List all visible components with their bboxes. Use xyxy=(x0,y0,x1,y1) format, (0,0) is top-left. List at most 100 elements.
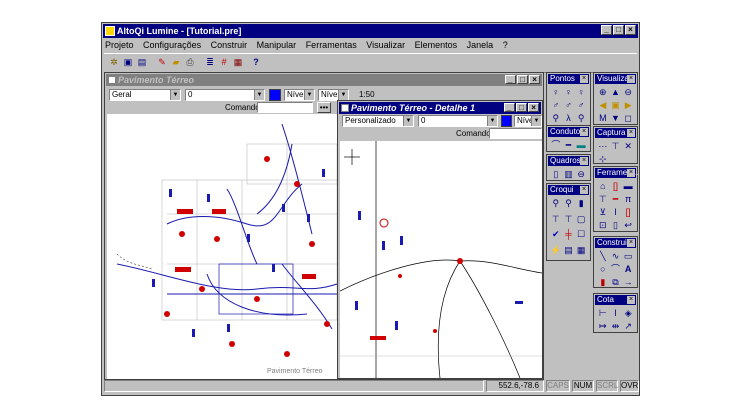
tool-icon[interactable]: ↩ xyxy=(622,219,634,231)
app-titlebar[interactable]: AltoQi Lumine - [Tutorial.pre] _ □ × xyxy=(103,24,638,38)
menu-visualizar[interactable]: Visualizar xyxy=(365,40,406,50)
dimension-icon[interactable]: ⇹ xyxy=(610,320,622,332)
point-icon[interactable]: ♂ xyxy=(563,99,575,111)
sketch-icon[interactable]: ⊤ xyxy=(550,213,562,228)
zoom-in-icon[interactable]: ⊕ xyxy=(597,86,609,98)
point-icon[interactable]: λ xyxy=(563,112,575,124)
point-icon[interactable]: ⚲ xyxy=(575,112,587,124)
layer-select[interactable]: Geral ▼ xyxy=(109,89,181,101)
command-input-2[interactable] xyxy=(489,128,542,139)
help-icon[interactable]: ? xyxy=(250,56,262,68)
tool-icon[interactable]: ⌂ xyxy=(597,180,609,192)
circle-icon[interactable]: ○ xyxy=(597,263,609,275)
command-input[interactable] xyxy=(257,102,313,113)
arc-icon[interactable]: ⌒ xyxy=(610,263,622,275)
menu-configuracoes[interactable]: Configurações xyxy=(142,40,202,50)
dimension-icon[interactable]: I xyxy=(610,307,622,319)
grid-icon[interactable]: # xyxy=(218,56,230,68)
close-icon[interactable]: × xyxy=(580,128,588,136)
dimension-icon[interactable]: ↦ xyxy=(597,320,609,332)
conduit-icon[interactable]: ━ xyxy=(563,139,575,151)
close-icon[interactable]: × xyxy=(580,186,588,194)
dimension-icon[interactable]: ⊢ xyxy=(597,307,609,319)
window1-close-button[interactable]: × xyxy=(529,75,540,84)
close-button[interactable]: × xyxy=(625,25,636,35)
point-icon[interactable]: ♂ xyxy=(550,99,562,111)
tool-icon[interactable]: ⊡ xyxy=(597,219,609,231)
menu-construir[interactable]: Construir xyxy=(210,40,249,50)
window2-maximize-button[interactable]: □ xyxy=(516,103,527,112)
tool-icon[interactable]: ▯ xyxy=(610,219,622,231)
value-select[interactable]: 0 ▼ xyxy=(185,89,265,101)
sketch-icon[interactable]: ▦ xyxy=(575,244,587,259)
tool-icon[interactable]: ⊤ xyxy=(597,193,609,205)
palette-pontos-title[interactable]: Pontos × xyxy=(548,74,589,84)
zoom-out-icon[interactable]: ⊖ xyxy=(622,86,634,98)
palette-captura-title[interactable]: Captura × xyxy=(595,128,636,138)
close-icon[interactable]: × xyxy=(627,239,635,247)
zoom-fit-icon[interactable]: ◻ xyxy=(622,112,634,124)
tool-icon[interactable]: π xyxy=(622,193,634,205)
palette-construir-title[interactable]: Construir × xyxy=(595,238,636,248)
pan-icon[interactable]: M xyxy=(597,112,609,124)
value-select-2[interactable]: 0 ▼ xyxy=(418,115,498,127)
maximize-button[interactable]: □ xyxy=(613,25,624,35)
snap-icon[interactable]: ⋯ xyxy=(597,140,609,152)
menu-projeto[interactable]: Projeto xyxy=(104,40,135,50)
menu-elementos[interactable]: Elementos xyxy=(414,40,459,50)
open-icon[interactable]: ▣ xyxy=(122,56,134,68)
panel-icon[interactable]: ▯ xyxy=(550,168,562,180)
snap-icon[interactable]: ✕ xyxy=(622,140,634,152)
sketch-icon[interactable]: ⊤ xyxy=(563,213,575,228)
point-icon[interactable]: ♂ xyxy=(575,99,587,111)
window1-maximize-button[interactable]: □ xyxy=(517,75,528,84)
palette-quadros-title[interactable]: Quadros × xyxy=(548,156,589,166)
arrow-icon[interactable]: → xyxy=(622,276,634,288)
palette-croqui-title[interactable]: Croqui × xyxy=(548,185,589,195)
tool-icon[interactable]: [] xyxy=(610,180,622,192)
level-select-3[interactable]: Nível ▼ xyxy=(514,115,542,127)
close-icon[interactable]: × xyxy=(627,75,635,83)
window1-minimize-button[interactable]: _ xyxy=(505,75,516,84)
tool-icon[interactable]: I xyxy=(610,206,622,218)
drawing-canvas-1[interactable]: Pavimento Térreo xyxy=(107,114,341,379)
close-icon[interactable]: × xyxy=(627,169,635,177)
copy-icon[interactable]: ⧉ xyxy=(610,276,622,288)
palette-condutos-title[interactable]: Condutos × xyxy=(548,127,589,137)
sketch-icon[interactable]: ▢ xyxy=(575,213,587,228)
point-icon[interactable]: ♀ xyxy=(575,86,587,98)
panel-icon[interactable]: ⊖ xyxy=(575,168,587,180)
menu-help[interactable]: ? xyxy=(502,40,509,50)
minimize-button[interactable]: _ xyxy=(601,25,612,35)
new-icon[interactable]: ✲ xyxy=(108,56,120,68)
sketch-icon[interactable]: ╪ xyxy=(563,228,575,243)
fill-icon[interactable]: ▮ xyxy=(597,276,609,288)
arrow-up-icon[interactable]: ▲ xyxy=(610,86,622,98)
tool-icon[interactable]: ▬ xyxy=(622,180,634,192)
conduit-icon[interactable]: ⌒ xyxy=(550,139,562,151)
menu-janela[interactable]: Janela xyxy=(466,40,495,50)
command-more-button[interactable]: ••• xyxy=(317,102,331,113)
panel-icon[interactable]: ▥ xyxy=(563,168,575,180)
tool-icon[interactable]: ⊻ xyxy=(597,206,609,218)
pen-icon[interactable]: ✎ xyxy=(156,56,168,68)
palette-cota-title[interactable]: Cota × xyxy=(595,295,636,305)
color-swatch[interactable] xyxy=(269,89,281,101)
menu-ferramentas[interactable]: Ferramentas xyxy=(305,40,358,50)
window2-minimize-button[interactable]: _ xyxy=(504,103,515,112)
arrow-right-icon[interactable]: ▶ xyxy=(622,99,634,111)
print-icon[interactable]: ⎙ xyxy=(184,56,196,68)
folder-icon[interactable]: ▰ xyxy=(170,56,182,68)
properties-icon[interactable]: ▦ xyxy=(232,56,244,68)
palette-ferramentas-title[interactable]: Ferramen... × xyxy=(595,168,638,178)
polyline-icon[interactable]: ∿ xyxy=(610,250,622,262)
sketch-icon[interactable]: ▮ xyxy=(575,197,587,212)
arrow-left-icon[interactable]: ◀ xyxy=(597,99,609,111)
arrow-down-icon[interactable]: ▼ xyxy=(610,112,622,124)
tool-icon[interactable]: ━ xyxy=(610,193,622,205)
sketch-icon[interactable]: ▤ xyxy=(563,244,575,259)
layers-icon[interactable]: ≣ xyxy=(204,56,216,68)
dimension-icon[interactable]: ◈ xyxy=(622,307,634,319)
line-icon[interactable]: ╲ xyxy=(597,250,609,262)
sketch-icon[interactable]: ⚲ xyxy=(550,197,562,212)
